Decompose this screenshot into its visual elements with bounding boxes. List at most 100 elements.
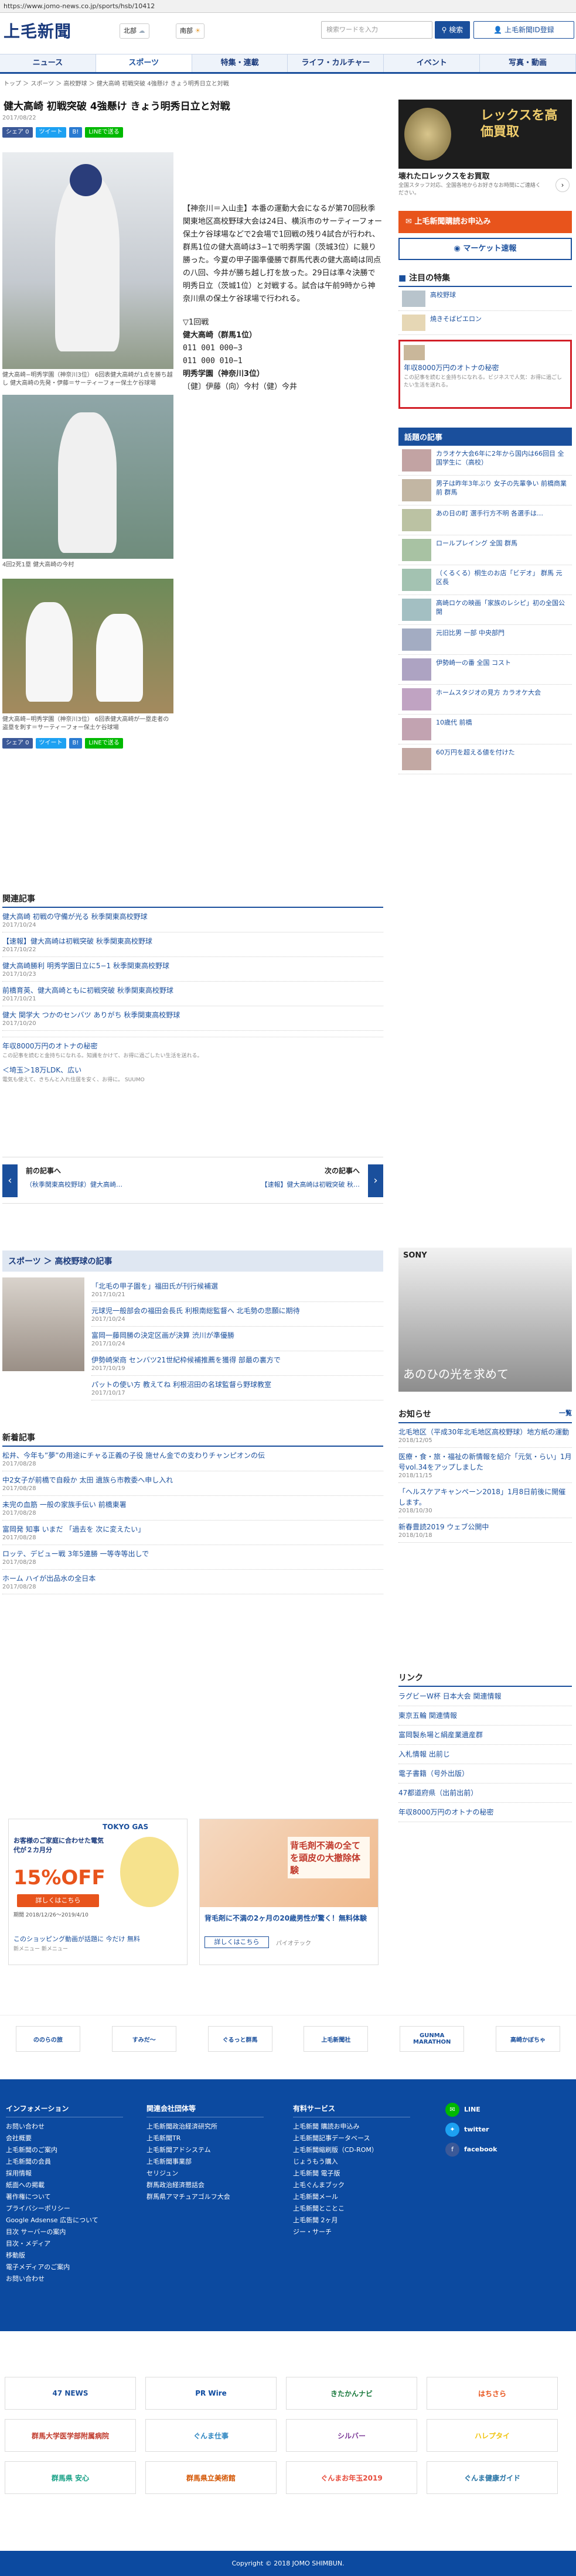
footer-group-link[interactable]: 群馬政治経済懇話会: [146, 2179, 264, 2191]
line-share-button-bottom[interactable]: LINEで送る: [85, 738, 123, 749]
next-arrow-icon[interactable]: ›: [368, 1164, 383, 1197]
featured-ad[interactable]: 年収8000万円のオトナの秘密 この記事を読むと金持ちになれる。ビジネスで人気：…: [398, 340, 572, 409]
footer-banner[interactable]: はちさら: [427, 2377, 558, 2410]
line-link[interactable]: ✉ LINE: [445, 2103, 563, 2117]
popular-item[interactable]: ロールプレイング 全国 群馬: [398, 535, 572, 565]
popular-item[interactable]: 60万円を超える値を付けた: [398, 744, 572, 774]
footer-info-link[interactable]: お問い合わせ: [6, 2121, 123, 2133]
line-share-button[interactable]: LINEで送る: [85, 127, 123, 138]
notice-more-link[interactable]: 一覧: [559, 1408, 572, 1420]
article-photo-play[interactable]: [2, 579, 173, 713]
next-link[interactable]: 【速報】健大高崎は初戦突破 秋…: [261, 1180, 360, 1189]
partner-banner[interactable]: 上毛新聞社: [304, 2026, 369, 2052]
footer-banner[interactable]: ハレプタイ: [427, 2419, 558, 2452]
nav-events[interactable]: イベント: [384, 54, 480, 72]
notice-item[interactable]: 北毛地区（平成30年北毛地区高校野球）地方紙の運動 2018/12/05: [398, 1423, 572, 1448]
latest-item[interactable]: 中2女子が前橋で自殺か 太田 遺族ら市教委へ申し入れ 2017/08/28: [2, 1471, 383, 1496]
related-item[interactable]: 健大 関学大 つかのセンバツ ありがち 秋季関東高校野球 2017/10/20: [2, 1006, 383, 1031]
hatena-bookmark-button-bottom[interactable]: B!: [69, 738, 83, 749]
hsb-item[interactable]: 元球児一般部会の福田会長氏 利根南総監督へ 北毛勢の悲願に期待 2017/10/2…: [91, 1302, 383, 1327]
sidebar-link[interactable]: 入札情報 出前じ: [398, 1745, 572, 1764]
tokyo-gas-ad[interactable]: TOKYO GAS お客様のご家庭に合わせた電気代が２カ月分 15%OFF 詳し…: [8, 1819, 188, 1965]
popular-item[interactable]: ホームスタジオの見方 カラオケ大会: [398, 685, 572, 715]
footer-group-link[interactable]: セリジュン: [146, 2168, 264, 2179]
latest-item[interactable]: 富岡発 知事 いまだ 「過去を 次に変えたい」 2017/08/28: [2, 1521, 383, 1545]
footer-paid-link[interactable]: じょうもう購入: [293, 2156, 410, 2168]
related-promo-2[interactable]: ＜埼玉＞18万LDK、広い 電気も使えて、きちんと入れ住居を安く、お得に。 SU…: [2, 1065, 383, 1083]
latest-item[interactable]: ロッテ、デビュー戦 3年5連勝 一等寺等出しで 2017/08/28: [2, 1545, 383, 1570]
footer-paid-link[interactable]: 上毛新聞メール: [293, 2191, 410, 2203]
sidebar-link[interactable]: 富岡製糸場と絹産業遺産群: [398, 1726, 572, 1745]
footer-paid-link[interactable]: ジー・サーチ: [293, 2226, 410, 2238]
region-north-button[interactable]: 北部 ☁: [120, 23, 149, 39]
featured-item-2[interactable]: 焼きそばピエロン: [398, 311, 572, 335]
footer-group-link[interactable]: 群馬県アマチュアゴルフ大会: [146, 2191, 264, 2203]
footer-group-link[interactable]: 上毛新聞事業部: [146, 2156, 264, 2168]
footer-info-link[interactable]: 採用情報: [6, 2168, 123, 2179]
footer-group-link[interactable]: 上毛新聞アドシステム: [146, 2144, 264, 2156]
search-button[interactable]: ⚲ 検索: [435, 21, 470, 39]
footer-paid-link[interactable]: 上毛新聞とことこ: [293, 2203, 410, 2215]
footer-banner[interactable]: 群馬大学医学部附属病院: [5, 2419, 136, 2452]
footer-group-link[interactable]: 上毛新聞TR: [146, 2133, 264, 2144]
related-item[interactable]: 前橋育英、健大高崎ともに初戦突破 秋季関東高校野球 2017/10/21: [2, 982, 383, 1006]
id-register-button[interactable]: 👤 上毛新聞ID登録: [473, 21, 574, 39]
popular-item[interactable]: 元旧比男 一部 中央部門: [398, 625, 572, 655]
footer-info-link[interactable]: 紙面への掲載: [6, 2179, 123, 2191]
footer-paid-link[interactable]: 上毛新聞 電子版: [293, 2168, 410, 2179]
subscribe-button[interactable]: ✉ 上毛新聞購読お申込み: [398, 211, 572, 233]
sidebar-link[interactable]: 年収8000万円のオトナの秘密: [398, 1803, 572, 1822]
nav-life[interactable]: ライフ・カルチャー: [288, 54, 384, 72]
hair-ad-cta[interactable]: 詳しくはこちら: [205, 1936, 269, 1948]
sidebar-link[interactable]: ラグビーW杯 日本大会 関連情報: [398, 1687, 572, 1706]
site-logo[interactable]: 上毛新聞: [4, 19, 71, 42]
footer-info-link[interactable]: 著作権について: [6, 2191, 123, 2203]
sidebar-link[interactable]: 電子書籍（号外出版）: [398, 1764, 572, 1784]
hatena-bookmark-button[interactable]: B!: [69, 127, 83, 138]
footer-info-link[interactable]: 上毛新聞の会員: [6, 2156, 123, 2168]
footer-paid-link[interactable]: 上毛新聞記事データベース: [293, 2133, 410, 2144]
popular-item[interactable]: カラオケ大会6年に2年から国内は66回目 全国学生に（高校）: [398, 446, 572, 476]
footer-paid-link[interactable]: 上毛ぐんまブック: [293, 2179, 410, 2191]
nav-news[interactable]: ニュース: [0, 54, 96, 72]
footer-info-link[interactable]: 目次・メディア: [6, 2238, 123, 2250]
nav-features[interactable]: 特集・連載: [192, 54, 288, 72]
rolex-ad[interactable]: レックスを高価買取: [398, 100, 572, 169]
footer-info-link[interactable]: 上毛新聞のご案内: [6, 2144, 123, 2156]
popular-item[interactable]: あの日の町 選手行方不明 各選手は…: [398, 505, 572, 535]
hair-ad[interactable]: 背毛剤不満の全てを頭皮の大撤除体験 背毛剤に不満の2ヶ月の20歳男性が驚く！無料…: [199, 1819, 379, 1965]
sidebar-link[interactable]: 47都道府県（出前出前）: [398, 1784, 572, 1803]
breadcrumb[interactable]: トップ ＞ スポーツ ＞ 高校野球 ＞ 健大高崎 初戦突破 4強懸け きょう明秀…: [4, 78, 229, 87]
hsb-item[interactable]: 「北毛の甲子園を」福田氏が刊行候補選 2017/10/21: [91, 1277, 383, 1302]
related-promo[interactable]: 年収8000万円のオトナの秘密 この記事を読むと金持ちになれる。知識をかけて、お…: [2, 1037, 383, 1059]
facebook-share-button-bottom[interactable]: シェア 0: [2, 738, 33, 749]
footer-paid-link[interactable]: 上毛新聞縮刷版（CD-ROM）: [293, 2144, 410, 2156]
notice-item[interactable]: 新春豊読2019 ウェブ公開中 2018/10/18: [398, 1518, 572, 1543]
footer-banner[interactable]: 群馬県 安心: [5, 2461, 136, 2494]
footer-banner[interactable]: 群馬県立美術館: [145, 2461, 277, 2494]
footer-info-link[interactable]: プライバシーポリシー: [6, 2203, 123, 2215]
twitter-share-button[interactable]: ツイート: [35, 127, 66, 138]
footer-banner[interactable]: シルバー: [286, 2419, 417, 2452]
chevron-right-icon[interactable]: ›: [555, 178, 570, 192]
nav-photos[interactable]: 写真・動画: [480, 54, 576, 72]
facebook-link[interactable]: f facebook: [445, 2143, 563, 2157]
hsb-thumbnail[interactable]: [2, 1277, 84, 1371]
gas-cta[interactable]: 詳しくはこちら: [17, 1894, 99, 1907]
facebook-share-button[interactable]: シェア 0: [2, 127, 33, 138]
latest-item[interactable]: 未完の血筋 一般の家族手伝い 前橋東署 2017/08/28: [2, 1496, 383, 1521]
search-input[interactable]: 検索ワードを入力: [321, 21, 432, 39]
nav-sports[interactable]: スポーツ: [96, 54, 192, 72]
footer-info-link[interactable]: 目次 サーバーの案内: [6, 2226, 123, 2238]
related-item[interactable]: 健大高崎 初戦の守備が光る 秋季関東高校野球 2017/10/24: [2, 908, 383, 932]
footer-info-link[interactable]: 移動版: [6, 2250, 123, 2261]
prev-link[interactable]: （秋季関東高校野球）健大高崎…: [26, 1180, 122, 1189]
footer-banner[interactable]: ぐんま健康ガイド: [427, 2461, 558, 2494]
notice-item[interactable]: 「ヘルスケアキャンペーン2018」1月8日前後に開催します。 2018/10/30: [398, 1483, 572, 1518]
footer-banner[interactable]: 47 NEWS: [5, 2377, 136, 2410]
notice-item[interactable]: 医療・食・旅・福祉の新情報を紹介「元気・らい」1月号vol.34をアップしました…: [398, 1448, 572, 1483]
article-photo-pitcher[interactable]: [2, 152, 173, 369]
sidebar-link[interactable]: 東京五輪 関連情報: [398, 1706, 572, 1726]
footer-info-link[interactable]: お問い合わせ: [6, 2273, 123, 2285]
rolex-ad-text[interactable]: 壊れたロレックスをお買取 全国スタッフ対応、全国各地からお好きなお時間にご連絡く…: [398, 170, 572, 204]
